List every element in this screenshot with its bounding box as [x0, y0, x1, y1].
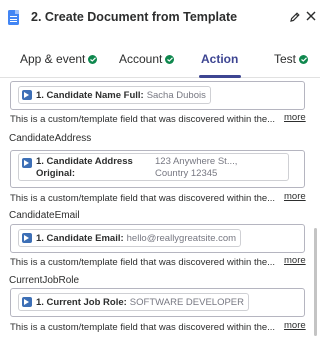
- mapped-field-pill[interactable]: 1. Candidate Address Original: 123 Anywh…: [18, 153, 289, 181]
- tab-test[interactable]: Test: [274, 52, 309, 66]
- field-help-text: This is a custom/template field that was…: [10, 193, 276, 204]
- pencil-icon[interactable]: [289, 10, 303, 24]
- active-tab-indicator: [199, 75, 241, 78]
- field-label: CandidateEmail: [9, 210, 80, 221]
- candidate-address-field[interactable]: 1. Candidate Address Original: 123 Anywh…: [10, 150, 305, 188]
- step-title: 2. Create Document from Template: [31, 10, 238, 24]
- check-circle-icon: [88, 54, 98, 64]
- zapier-step-icon: [22, 90, 32, 100]
- google-docs-icon: [8, 10, 19, 25]
- mapped-field-pill[interactable]: 1. Current Job Role: SOFTWARE DEVELOPER: [18, 293, 249, 311]
- zapier-step-icon: [22, 297, 32, 307]
- field-help-text: This is a custom/template field that was…: [10, 257, 276, 268]
- candidate-email-field[interactable]: 1. Candidate Email: hello@reallygreatsit…: [10, 224, 305, 253]
- tab-account[interactable]: Account: [119, 52, 175, 66]
- candidate-name-field[interactable]: 1. Candidate Name Full: Sacha Dubois: [10, 81, 305, 110]
- field-label: CurrentJobRole: [9, 275, 80, 286]
- current-job-role-field[interactable]: 1. Current Job Role: SOFTWARE DEVELOPER: [10, 288, 305, 317]
- step-header: 2. Create Document from Template: [0, 0, 320, 36]
- tab-action[interactable]: Action: [201, 52, 238, 66]
- field-label: CandidateAddress: [9, 133, 92, 144]
- more-link[interactable]: more: [284, 112, 306, 123]
- zapier-step-icon: [22, 158, 32, 168]
- field-help-text: This is a custom/template field that was…: [10, 322, 276, 333]
- more-link[interactable]: more: [284, 191, 306, 202]
- check-circle-icon: [165, 54, 175, 64]
- mapped-field-pill[interactable]: 1. Candidate Name Full: Sacha Dubois: [18, 86, 211, 104]
- more-link[interactable]: more: [284, 255, 306, 266]
- tab-app-event[interactable]: App & event: [20, 52, 98, 66]
- fields-panel[interactable]: 1. Candidate Name Full: Sacha Dubois Thi…: [0, 79, 320, 340]
- field-help-text: This is a custom/template field that was…: [10, 114, 276, 125]
- mapped-field-pill[interactable]: 1. Candidate Email: hello@reallygreatsit…: [18, 229, 242, 247]
- more-link[interactable]: more: [284, 320, 306, 331]
- zapier-step-icon: [22, 233, 32, 243]
- step-tabs: App & event Account Action Test: [0, 40, 320, 78]
- scrollbar[interactable]: [314, 228, 317, 336]
- close-icon[interactable]: [305, 9, 319, 25]
- check-circle-icon: [299, 54, 309, 64]
